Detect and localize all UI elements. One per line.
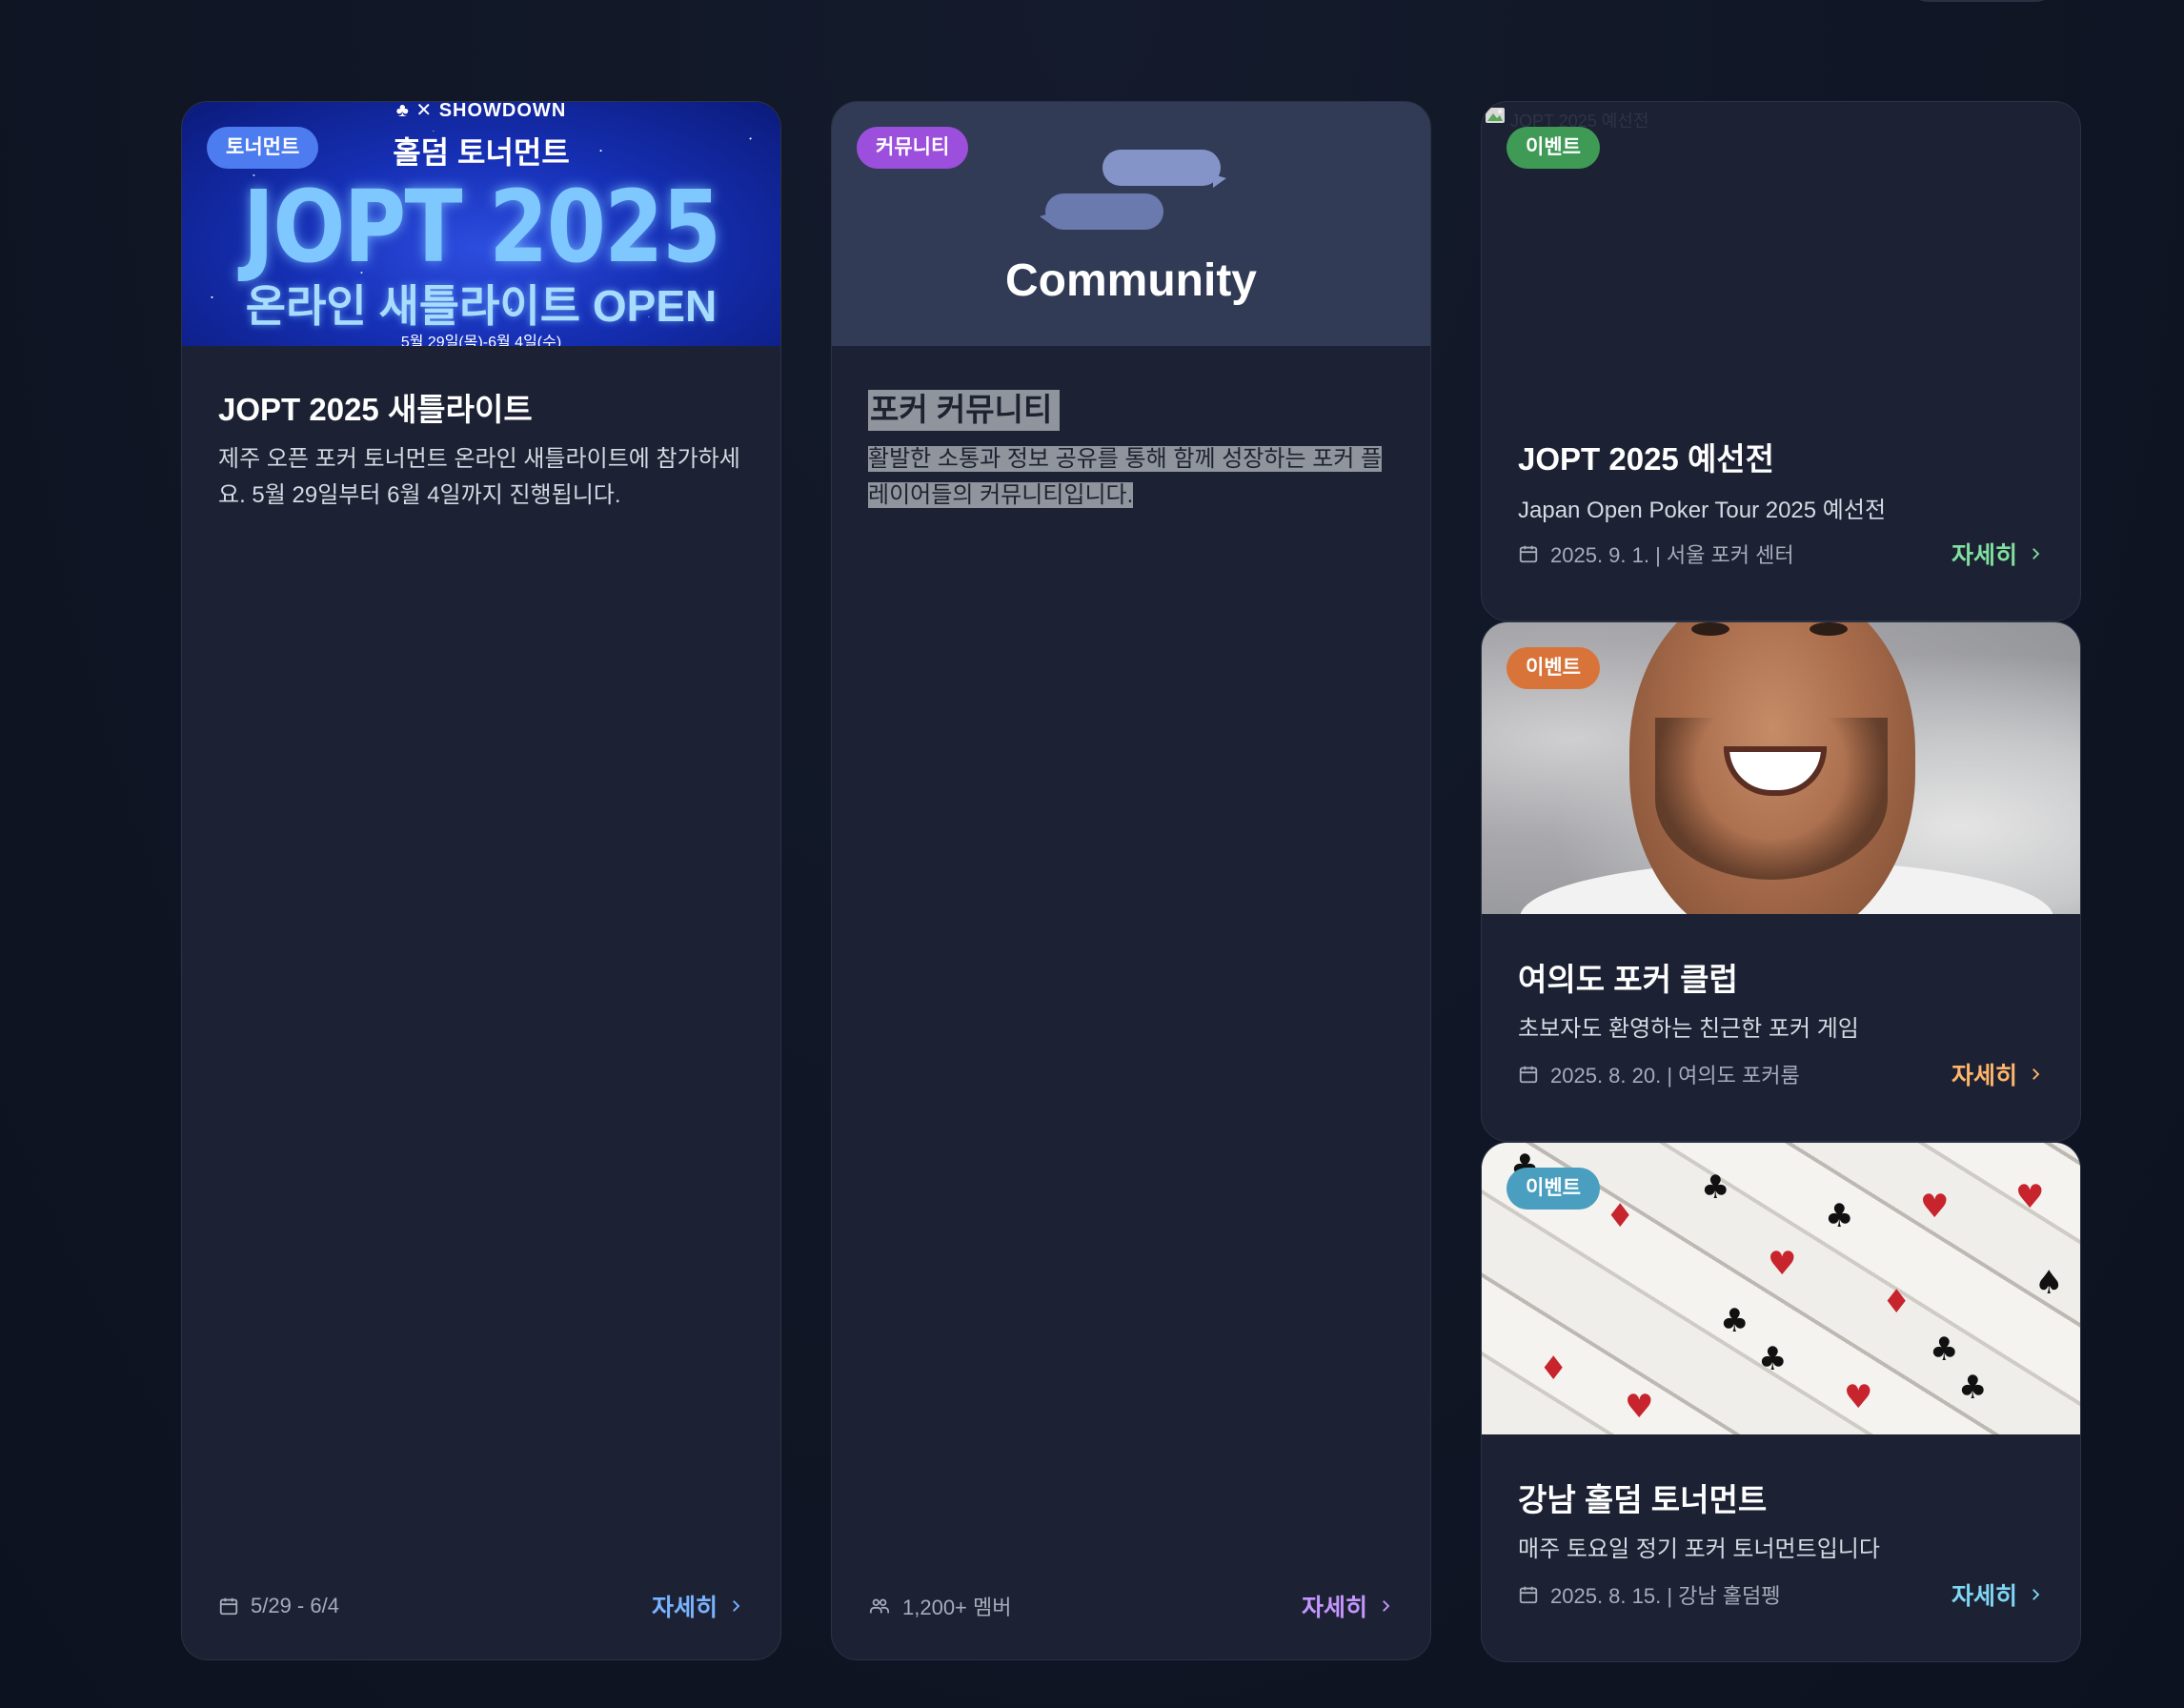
- event-meta: 2025. 8. 20. | 여의도 포커룸: [1518, 1057, 1800, 1091]
- calendar-icon: [1519, 1066, 1538, 1084]
- members-text: 1,200+ 멤버: [902, 1596, 1012, 1619]
- chevron-right-icon: [733, 1600, 740, 1612]
- club-icon: ♣: [1720, 1302, 1749, 1340]
- photo-eye: [1810, 622, 1848, 636]
- chat-bubble-icon: [1045, 193, 1163, 230]
- chevron-right-icon: [2032, 1589, 2040, 1600]
- meta-text: 2025. 8. 20. | 여의도 포커룸: [1550, 1064, 1800, 1088]
- card-title: 포커 커뮤니티: [868, 384, 1061, 431]
- card-title: 강남 홀덤 토너먼트: [1518, 1482, 1768, 1517]
- card-title: 여의도 포커 클럽: [1518, 962, 1738, 997]
- community-badge: 커뮤니티: [857, 127, 969, 169]
- more-link[interactable]: 자세히: [1951, 1057, 2044, 1091]
- chat-bubble-tail: [1213, 174, 1226, 188]
- photo-eye: [1691, 622, 1729, 636]
- card-title-text: 포커 커뮤니티: [868, 390, 1061, 431]
- calendar-icon: [1519, 545, 1538, 563]
- heart-icon: ♥: [2015, 1178, 2045, 1216]
- heart-icon: ♥: [1920, 1188, 1950, 1226]
- chat-bubble-tail: [1040, 213, 1053, 226]
- more-link[interactable]: 자세히: [652, 1589, 744, 1623]
- diamond-icon: ♦: [1539, 1350, 1568, 1388]
- card-description-text: 활발한 소통과 정보 공유를 통해 함께 성장하는 포커 플레이어들의 커뮤니티…: [868, 446, 1383, 508]
- event-card[interactable]: ♣ ♦ ♣ ♥ ♣ ♣ ♦ ♥ ♣ ♦ ♣ ♣ ♥ ♥ ♠ ♥ 이벤트 강남 홀…: [1481, 1142, 2081, 1662]
- chat-bubble-icon: [1102, 150, 1221, 186]
- card-date: 5/29 - 6/4: [218, 1589, 339, 1623]
- heart-icon: ♥: [1625, 1388, 1654, 1426]
- diamond-icon: ♦: [1606, 1197, 1635, 1235]
- heart-icon: ♥: [1768, 1245, 1797, 1283]
- tournament-card[interactable]: ♣ ✕ SHOWDOWN 홀덤 토너먼트 JOPT 2025 온라인 새틀라이트…: [181, 101, 781, 1660]
- photo-beard: [1655, 718, 1888, 880]
- card-description: Japan Open Poker Tour 2025 예선전: [1518, 498, 1887, 523]
- diamond-icon: ♦: [1882, 1283, 1911, 1321]
- banner-date: 5월 29일(목)-6월 4일(수): [400, 335, 562, 346]
- card-description: 제주 오픈 포커 토너먼트 온라인 새틀라이트에 참가하세요. 5월 29일부터…: [218, 446, 740, 508]
- club-icon: ♣: [1701, 1169, 1730, 1207]
- community-card[interactable]: Community 커뮤니티 포커 커뮤니티 활발한 소통과 정보 공유를 통해…: [831, 101, 1431, 1660]
- card-footer: 1,200+ 멤버 자세히: [868, 1589, 1394, 1623]
- more-link[interactable]: 자세히: [1302, 1589, 1394, 1623]
- member-count: 1,200+ 멤버: [868, 1589, 1012, 1623]
- calendar-icon: [219, 1597, 238, 1616]
- event-card[interactable]: 이벤트 여의도 포커 클럽 초보자도 환영하는 친근한 포커 게임 2025. …: [1481, 621, 2081, 1142]
- event-badge: 이벤트: [1507, 1168, 1600, 1210]
- card-description: 활발한 소통과 정보 공유를 통해 함께 성장하는 포커 플레이어들의 커뮤니티…: [868, 441, 1394, 514]
- club-icon: ♣: [1825, 1197, 1854, 1235]
- event-badge: 이벤트: [1507, 127, 1600, 169]
- more-label: 자세히: [1951, 1063, 2017, 1089]
- club-icon: ♣: [1930, 1331, 1959, 1369]
- card-title: JOPT 2025 새틀라이트: [218, 392, 533, 427]
- more-label: 자세히: [1951, 1583, 2017, 1610]
- club-icon: ♣: [1958, 1369, 1988, 1407]
- card-footer: 5/29 - 6/4 자세히: [218, 1589, 744, 1623]
- chevron-right-icon: [1383, 1600, 1390, 1612]
- event-card[interactable]: JOPT 2025 예선전 이벤트 JOPT 2025 예선전 Japan Op…: [1481, 101, 2081, 621]
- banner-headline: JOPT 2025: [242, 169, 721, 285]
- card-description: 매주 토요일 정기 포커 토너먼트입니다: [1518, 1536, 1880, 1562]
- broken-image-icon: [1486, 108, 1505, 123]
- event-meta: 2025. 8. 15. | 강남 홀덤펭: [1518, 1577, 1780, 1612]
- heart-icon: ♥: [1844, 1378, 1873, 1416]
- meta-text: 2025. 9. 1. | 서울 포커 센터: [1550, 543, 1794, 567]
- top-button-fragment[interactable]: [1901, 0, 2063, 2]
- card-footer: 2025. 9. 1. | 서울 포커 센터 자세히: [1518, 537, 2044, 571]
- spade-icon: ♠: [2034, 1264, 2064, 1302]
- club-icon: ♣: [1758, 1340, 1788, 1378]
- banner-logo-text: ♣ ✕ SHOWDOWN: [395, 102, 567, 121]
- more-label: 자세히: [1951, 542, 2017, 569]
- more-link[interactable]: 자세히: [1951, 537, 2044, 571]
- banner-text: Community: [1005, 255, 1257, 306]
- chevron-right-icon: [2032, 1068, 2040, 1080]
- more-label: 자세히: [651, 1595, 718, 1621]
- card-description: 초보자도 환영하는 친근한 포커 게임: [1518, 1016, 1859, 1042]
- more-label: 자세히: [1301, 1595, 1367, 1621]
- calendar-icon: [1519, 1586, 1538, 1604]
- meta-text: 2025. 8. 15. | 강남 홀덤펭: [1550, 1584, 1781, 1608]
- event-badge: 이벤트: [1507, 647, 1600, 689]
- more-link[interactable]: 자세히: [1951, 1577, 2044, 1612]
- tournament-badge: 토너먼트: [207, 127, 319, 169]
- users-icon: [869, 1598, 890, 1614]
- date-text: 5/29 - 6/4: [251, 1594, 339, 1617]
- card-footer: 2025. 8. 15. | 강남 홀덤펭 자세히: [1518, 1577, 2044, 1612]
- card-footer: 2025. 8. 20. | 여의도 포커룸 자세히: [1518, 1057, 2044, 1091]
- chevron-right-icon: [2032, 548, 2040, 559]
- card-title: JOPT 2025 예선전: [1518, 441, 1775, 477]
- banner-tagline: 온라인 새틀라이트 OPEN: [245, 281, 718, 331]
- event-meta: 2025. 9. 1. | 서울 포커 센터: [1518, 537, 1794, 571]
